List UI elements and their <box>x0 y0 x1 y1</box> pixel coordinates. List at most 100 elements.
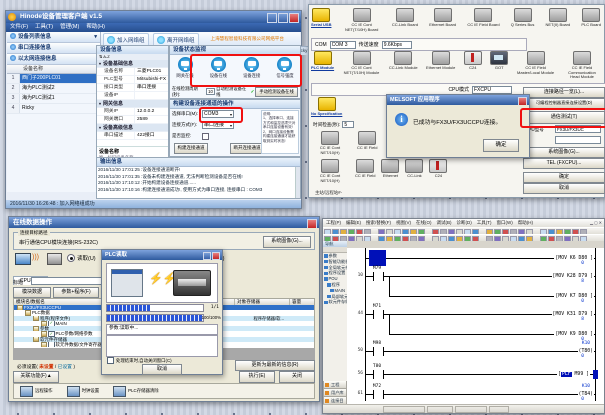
cpu-mode-input[interactable] <box>472 86 512 94</box>
tel-button[interactable]: TEL (FXCPU)... <box>523 158 605 169</box>
dialog-title-bar[interactable]: MELSOFT 应用程序 <box>387 95 529 105</box>
close-dialog-button[interactable]: 关闭 <box>279 371 315 383</box>
property-row[interactable]: PLC型号Mitsubishi-FX <box>97 76 168 84</box>
cancel-button[interactable]: 取消 <box>142 364 182 375</box>
cycle-input[interactable] <box>206 88 215 95</box>
window-buttons[interactable]: ▁ ◻ ✕ <box>590 220 602 225</box>
cancel-button[interactable]: 取消 <box>523 183 605 194</box>
communication-test-button[interactable]: 通信测试(T) <box>523 111 605 124</box>
device-list-row[interactable]: 1西门子200PLC01 <box>7 74 100 84</box>
sidebar-section[interactable]: 以太网连接信息 <box>7 54 100 65</box>
dialog-ok-button[interactable]: 确定 <box>483 139 519 152</box>
device-list-row[interactable]: 2海为PLC测试2 <box>7 84 100 94</box>
sidebar-section[interactable]: 设备列表信息▾ <box>7 32 100 43</box>
property-group-row[interactable]: ▾设备基础信息 <box>97 60 168 68</box>
interface-tile[interactable]: Ethernet <box>381 159 399 183</box>
related-function-item[interactable]: 远程操作 <box>20 386 53 397</box>
menu-item[interactable]: 文件(F) <box>10 24 28 30</box>
instruction[interactable]: [PLF M99 ] <box>557 370 590 379</box>
close-button[interactable] <box>289 13 299 23</box>
row-checkbox[interactable] <box>48 342 55 347</box>
menu-item[interactable]: 编辑(E) <box>346 220 361 225</box>
result-listbox[interactable] <box>106 335 218 357</box>
contact[interactable] <box>373 347 384 356</box>
direct-connection-button[interactable]: 可编程控制器直接连接设置(D) <box>523 98 605 109</box>
execute-button[interactable]: 执行(E) <box>239 371 275 383</box>
nav-view-tab[interactable]: 用户库 <box>323 389 347 397</box>
system-image-button[interactable]: 系统图像(G)... <box>263 236 311 248</box>
contact[interactable] <box>373 310 384 319</box>
interface-tile[interactable]: PLC Board <box>581 8 601 32</box>
interface-tile[interactable]: Ethernet Board <box>429 8 456 32</box>
property-row[interactable]: 网关IP12.0.0.2 <box>97 108 168 116</box>
menu-item[interactable]: 在线(O) <box>416 220 432 225</box>
interface-tile[interactable]: Q Series Bus <box>511 8 535 32</box>
auto-detect-check-icon[interactable]: ✓ <box>251 89 255 95</box>
close-button[interactable] <box>212 252 220 260</box>
property-row[interactable]: 设备IP <box>97 92 168 100</box>
menu-item[interactable]: 窗口(W) <box>497 220 513 225</box>
scrollbar[interactable] <box>295 167 300 198</box>
interface-tile[interactable]: CC-Link <box>405 159 423 183</box>
interface-tile[interactable]: CC-Link Module <box>389 51 418 80</box>
related-function-item[interactable]: 时钟设置 <box>67 386 100 397</box>
interface-tile[interactable]: No Specification <box>311 97 342 117</box>
ladder-editor[interactable]: [MOV K6 D80 ]010M79[MOV K28 D79 ]8[MOV K… <box>347 248 604 405</box>
status-icon-0[interactable]: 网关在线 <box>172 57 198 79</box>
instruction[interactable]: [MOV K9 D80 ] <box>554 330 594 339</box>
instruction[interactable]: [MOV K7 D80 ] <box>554 292 594 301</box>
property-group-row[interactable]: ▾设备高级信息 <box>97 124 168 132</box>
property-row[interactable]: 网关端口2589 <box>97 116 168 124</box>
com-port-select[interactable]: COM3▾ <box>202 110 234 118</box>
device-list-row[interactable]: 4Ricky <box>7 104 100 114</box>
interface-tile[interactable]: C24 <box>429 159 447 183</box>
dialog-title-bar[interactable]: PLC读取 <box>102 250 222 260</box>
monitor-checkbox[interactable] <box>202 133 209 140</box>
minimize-button[interactable] <box>267 13 277 23</box>
menu-item[interactable]: 帮助(H) <box>86 24 105 30</box>
speed-input[interactable] <box>382 41 412 49</box>
device-list-row[interactable]: 3海为PLC测试1 <box>7 94 100 104</box>
menu-item[interactable]: 搜索/替换(F) <box>366 220 391 225</box>
property-row[interactable]: 串口描述422接口 <box>97 132 168 140</box>
dialog-close-button[interactable] <box>518 97 527 105</box>
contact[interactable] <box>373 370 384 379</box>
module-data-button[interactable]: 模块数据 <box>13 287 51 298</box>
instruction[interactable]: [MOV K6 D80 ] <box>554 254 594 263</box>
interface-tile[interactable]: CC-Link Board <box>392 8 418 32</box>
ladder-cursor[interactable] <box>369 250 386 266</box>
interface-tile[interactable]: CC IE Field Board <box>467 8 499 32</box>
title-bar[interactable]: 在线数据操作 <box>9 217 319 228</box>
property-row[interactable]: 设备名称三菱PLC01 <box>97 68 168 76</box>
interface-tile[interactable]: PLC Module <box>311 51 334 80</box>
status-icon-1[interactable]: 设备在线 <box>205 57 231 79</box>
instruction[interactable]: [MOV K28 D79 ] <box>552 272 594 281</box>
system-image-button[interactable]: 系统图像(G)... <box>523 147 605 158</box>
interface-tile[interactable]: Ethernet Module <box>426 51 455 80</box>
interface-tile[interactable]: CC IE Field Master/Local Module <box>517 51 555 80</box>
auto-close-option[interactable]: 处理结束时,自动关闭窗口(C) <box>107 357 172 364</box>
timeout-input[interactable] <box>342 121 354 128</box>
build-channel-button[interactable]: 构建连接通道 <box>174 143 208 154</box>
nav-view-tab[interactable]: 工程 <box>323 381 347 389</box>
interface-tile[interactable]: CC IE Cont NET/10(H) <box>311 159 349 183</box>
menu-item[interactable]: 调试(B) <box>437 220 452 225</box>
interface-tile[interactable]: CC IE Field <box>357 131 377 155</box>
close-button[interactable] <box>307 219 317 228</box>
menu-item[interactable]: 帮助(H) <box>518 220 533 225</box>
interface-tile[interactable]: CC IE Cont NET(T/10H) Module <box>343 51 381 80</box>
company-link[interactable]: 上海慧程智能科技有限公司网络平台 <box>210 36 284 42</box>
contact[interactable] <box>373 272 384 281</box>
interface-tile[interactable]: Serial USB <box>311 8 331 32</box>
interface-tile[interactable]: CC IE Field <box>355 159 375 183</box>
break-channel-button[interactable]: 断开连接通道 <box>230 143 264 154</box>
maximize-button[interactable] <box>278 13 288 23</box>
checkbox[interactable] <box>107 357 114 364</box>
interface-tile[interactable]: NET(II) Board <box>546 8 571 32</box>
minimize-button[interactable] <box>203 252 211 260</box>
contact[interactable] <box>373 390 384 399</box>
com-input[interactable] <box>330 41 356 49</box>
mode-radio[interactable]: 读取(U) <box>67 254 96 262</box>
menu-item[interactable]: 视图(V) <box>396 220 411 225</box>
related-functions-button[interactable]: 关联功能(F)▲ <box>13 371 59 383</box>
